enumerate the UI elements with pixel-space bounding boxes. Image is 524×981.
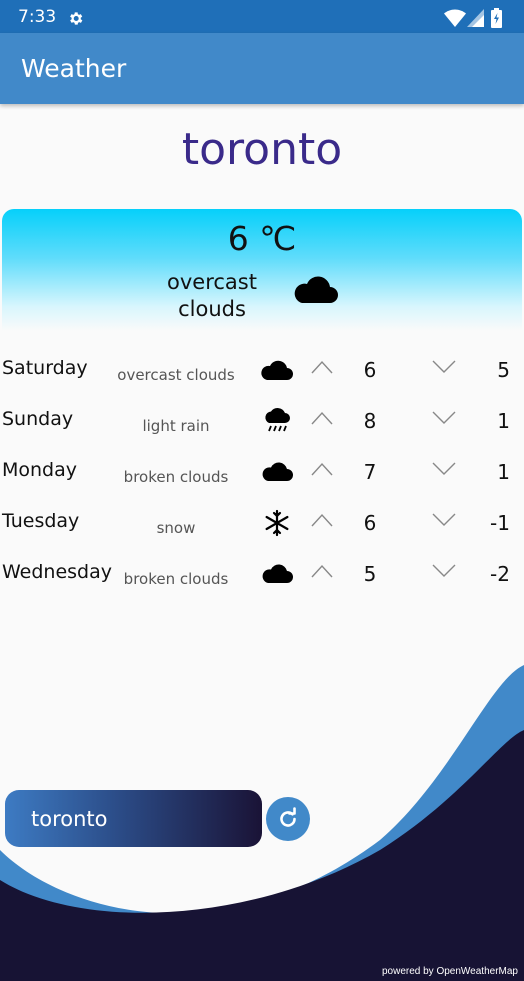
chevron-up-icon (311, 360, 333, 374)
forecast-low: 1 (497, 460, 510, 484)
forecast-high: 8 (363, 409, 377, 433)
signal-icon (467, 9, 484, 27)
forecast-row-saturday: Saturday overcast clouds 6 5 (0, 346, 524, 394)
chevron-up-icon (311, 564, 333, 578)
battery-icon (491, 8, 502, 28)
forecast-high: 6 (363, 511, 377, 535)
current-description: overcast clouds (150, 269, 274, 323)
forecast-day: Saturday (2, 357, 88, 379)
snowflake-icon (265, 509, 289, 537)
gear-icon (70, 12, 83, 25)
forecast-description: broken clouds (123, 570, 229, 588)
forecast-row-tuesday: Tuesday snow 6 -1 (0, 499, 524, 547)
status-time: 7:33 (18, 7, 57, 27)
powered-by-credit: powered by OpenWeatherMap (381, 966, 518, 977)
forecast-high: 6 (363, 358, 377, 382)
forecast-row-monday: Monday broken clouds 7 1 (0, 448, 524, 496)
chevron-down-icon (432, 462, 456, 475)
forecast-day: Monday (2, 459, 78, 481)
chevron-down-icon (432, 564, 456, 577)
refresh-button[interactable] (266, 797, 310, 841)
forecast-row-sunday: Sunday light rain 8 1 (0, 397, 524, 445)
forecast-day: Wednesday (2, 561, 113, 583)
forecast-low: -1 (490, 511, 510, 535)
forecast-description: broken clouds (123, 468, 229, 486)
chevron-down-icon (432, 360, 456, 373)
cloud-icon (262, 462, 293, 481)
forecast-description: overcast clouds (117, 366, 235, 384)
rain-cloud-icon (265, 408, 290, 432)
forecast-day: Sunday (2, 408, 74, 430)
forecast-low: 5 (497, 358, 510, 382)
status-bar: 7:33 (0, 0, 524, 33)
cloud-icon (294, 276, 338, 303)
forecast-day: Tuesday (2, 510, 80, 532)
refresh-icon (280, 807, 296, 827)
forecast-high: 7 (363, 460, 377, 484)
forecast-row-wednesday: Wednesday broken clouds 5 -2 (0, 550, 524, 598)
app-bar: Weather (0, 33, 524, 104)
forecast-description: snow (156, 519, 196, 537)
current-description-text: overcast clouds (167, 270, 257, 321)
chevron-up-icon (311, 513, 333, 527)
current-weather-card: 6 ℃ overcast clouds (2, 209, 522, 331)
cloud-icon (262, 564, 293, 583)
city-search-input[interactable] (31, 804, 251, 834)
forecast-description: light rain (142, 417, 210, 435)
current-temperature: 6 ℃ (227, 219, 297, 258)
cloud-icon (261, 360, 293, 380)
forecast-high: 5 (363, 562, 377, 586)
city-search-box (5, 790, 262, 847)
chevron-up-icon (311, 462, 333, 476)
city-title: toronto (181, 124, 343, 175)
chevron-up-icon (311, 411, 333, 425)
app-title: Weather (21, 54, 127, 83)
wifi-icon (444, 9, 466, 27)
forecast-low: -2 (490, 562, 510, 586)
chevron-down-icon (432, 513, 456, 526)
forecast-low: 1 (497, 409, 510, 433)
chevron-down-icon (432, 411, 456, 424)
